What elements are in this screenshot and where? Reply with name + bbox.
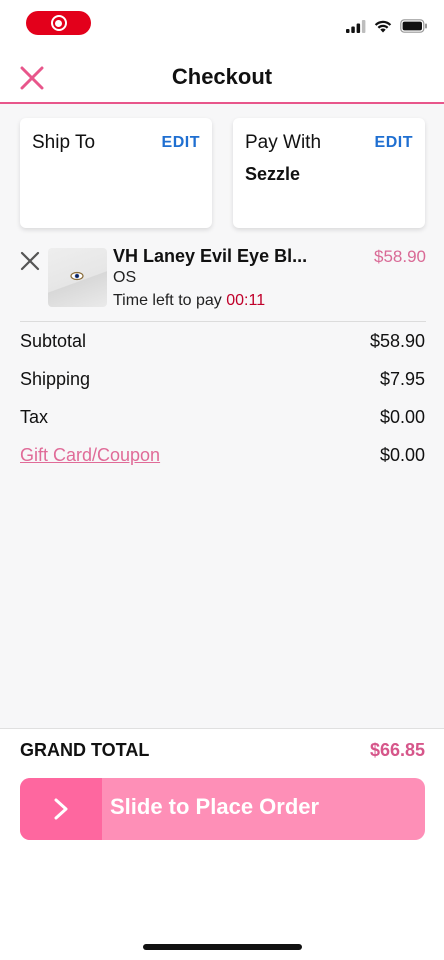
shipping-value: $7.95: [379, 368, 425, 389]
screen-record-indicator[interactable]: [26, 11, 91, 35]
payment-method-value: Sezzle: [245, 164, 301, 184]
grand-total-label: GRAND TOTAL: [20, 740, 150, 760]
coupon-row: Gift Card/Coupon $0.00: [20, 444, 425, 466]
tax-label: Tax: [20, 406, 49, 427]
subtotal-label: Subtotal: [20, 330, 87, 351]
home-indicator[interactable]: [143, 944, 302, 950]
ship-to-card[interactable]: Ship To EDIT: [20, 118, 212, 228]
battery-icon: [400, 19, 427, 33]
slider-handle[interactable]: [20, 778, 102, 840]
tax-row: Tax $0.00: [20, 406, 425, 428]
slide-to-place-order[interactable]: Slide to Place Order: [20, 778, 425, 840]
payment-timer: Time left to pay 00:11: [113, 292, 265, 310]
product-thumbnail[interactable]: [48, 248, 107, 307]
ship-to-label: Ship To: [32, 132, 96, 153]
remove-item-icon[interactable]: [20, 251, 40, 271]
product-name[interactable]: VH Laney Evil Eye Bl...: [113, 246, 307, 267]
wifi-icon: [374, 20, 392, 32]
timer-label: Time left to pay: [113, 292, 222, 309]
ship-to-edit-button[interactable]: EDIT: [162, 134, 200, 152]
product-size: OS: [113, 269, 137, 286]
coupon-value: $0.00: [379, 444, 425, 465]
timer-countdown: 00:11: [226, 292, 266, 309]
page-title: Checkout: [171, 64, 273, 89]
pay-with-edit-button[interactable]: EDIT: [375, 134, 413, 152]
pay-with-card[interactable]: Pay With EDIT Sezzle: [233, 118, 425, 228]
grand-total-value: $66.85: [369, 740, 425, 760]
subtotal-value: $58.90: [369, 330, 425, 351]
subtotal-row: Subtotal $58.90: [20, 330, 425, 352]
item-divider: [20, 321, 426, 322]
chevron-right-icon: [54, 798, 68, 820]
product-price: $58.90: [374, 247, 426, 266]
pay-with-label: Pay With: [245, 132, 322, 153]
shipping-label: Shipping: [20, 368, 91, 389]
status-bar: [0, 0, 444, 46]
gift-card-coupon-link[interactable]: Gift Card/Coupon: [20, 445, 160, 466]
tax-value: $0.00: [379, 406, 425, 427]
slider-label: Slide to Place Order: [110, 794, 320, 819]
cellular-signal-icon: [346, 19, 366, 33]
status-icons: [346, 18, 428, 34]
shipping-row: Shipping $7.95: [20, 368, 425, 390]
checkout-header: Checkout: [0, 46, 444, 104]
evil-eye-product-image: [70, 271, 84, 281]
order-footer: [0, 728, 444, 960]
screen-record-icon: [50, 15, 67, 31]
